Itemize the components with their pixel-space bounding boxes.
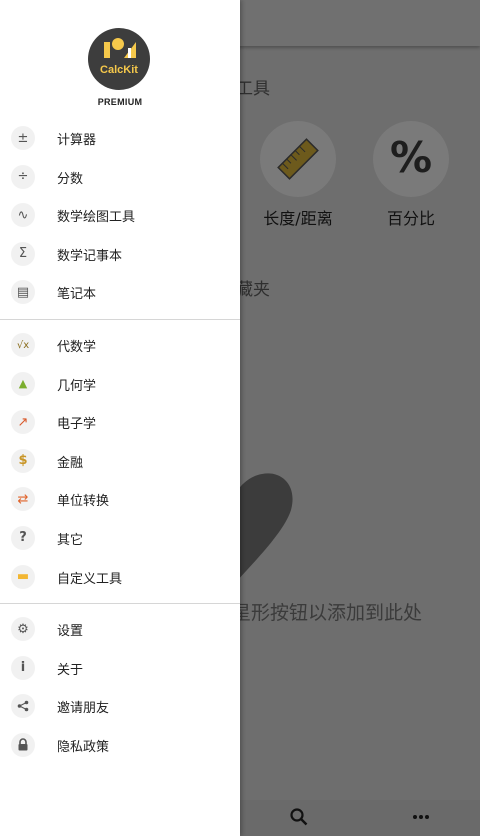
share-icon xyxy=(11,694,35,719)
tools-section-title: 工具 xyxy=(236,79,270,99)
menu-item-label: 设置 xyxy=(57,624,84,639)
menu-item-label: 数学记事本 xyxy=(57,248,123,264)
tool-percentage[interactable]: % 百分比 xyxy=(371,121,451,229)
menu-item-privacy-policy[interactable]: 隐私政策 xyxy=(0,726,240,765)
electronics-icon: ↗ xyxy=(11,410,35,435)
menu-item-electronics[interactable]: ↗ 电子学 xyxy=(0,403,240,442)
favorites-section-title: 藏夹 xyxy=(236,280,270,300)
menu-item-about[interactable]: i 关于 xyxy=(0,649,240,688)
menu-item-label: 隐私政策 xyxy=(57,739,110,755)
gear-icon: ⚙ xyxy=(11,617,35,641)
menu-item-label: 其它 xyxy=(57,532,84,548)
menu-item-label: 分数 xyxy=(57,171,84,187)
menu-item-notebook[interactable]: ▤ 笔记本 xyxy=(0,273,240,312)
geometry-icon: ▲ xyxy=(11,371,35,396)
heart-icon xyxy=(236,470,293,582)
tool-length-distance[interactable]: 长度/距离 xyxy=(258,121,338,229)
favorites-empty-hint: 星形按钮以添加到此处 xyxy=(232,602,423,624)
search-icon[interactable] xyxy=(290,808,308,826)
menu-item-calculator[interactable]: ± 计算器 xyxy=(0,119,240,158)
sigma-icon: Σ xyxy=(11,241,35,266)
convert-icon: ⇄ xyxy=(11,487,35,512)
money-bag-icon: $ xyxy=(11,448,35,473)
menu-item-geometry[interactable]: ▲ 几何学 xyxy=(0,365,240,404)
info-icon: i xyxy=(11,655,35,680)
app-logo: CalcKit xyxy=(88,28,150,90)
menu-item-custom-tools[interactable]: ▬ 自定义工具 xyxy=(0,558,240,597)
menu-item-label: 几何学 xyxy=(57,378,97,394)
menu-item-label: 金融 xyxy=(57,455,84,471)
menu-divider xyxy=(0,319,240,320)
menu-item-finance[interactable]: $ 金融 xyxy=(0,442,240,481)
menu-item-label: 自定义工具 xyxy=(57,571,123,587)
menu-item-settings[interactable]: ⚙ 设置 xyxy=(0,610,240,649)
menu-item-label: 关于 xyxy=(57,662,84,678)
menu-item-algebra[interactable]: √x 代数学 xyxy=(0,326,240,365)
percent-icon: % xyxy=(373,121,449,197)
menu-item-label: 单位转换 xyxy=(57,494,110,510)
menu-item-graphing[interactable]: ∿ 数学绘图工具 xyxy=(0,196,240,235)
folder-icon: ▬ xyxy=(11,564,35,589)
menu-item-label: 笔记本 xyxy=(57,287,97,303)
document-icon: ▤ xyxy=(11,280,35,305)
lock-icon xyxy=(11,732,35,757)
menu-item-other[interactable]: ? 其它 xyxy=(0,519,240,558)
tool-label: 百分比 xyxy=(386,209,435,228)
logo-text: CalcKit xyxy=(100,64,138,76)
menu-item-unit-conversion[interactable]: ⇄ 单位转换 xyxy=(0,480,240,519)
question-icon: ? xyxy=(11,525,35,550)
menu-item-math-notepad[interactable]: Σ 数学记事本 xyxy=(0,235,240,274)
tool-label: 长度/距离 xyxy=(263,209,333,228)
menu-group-categories: √x 代数学 ▲ 几何学 ↗ 电子学 $ 金融 ⇄ 单位转换 ? 其它 ▬ 自定… xyxy=(0,326,240,596)
menu-item-fraction[interactable]: ÷ 分数 xyxy=(0,158,240,197)
menu-item-invite-friends[interactable]: 邀请朋友 xyxy=(0,687,240,726)
graph-icon: ∿ xyxy=(11,203,35,228)
menu-item-label: 数学绘图工具 xyxy=(57,210,136,226)
more-icon[interactable] xyxy=(412,814,430,820)
menu-group-tools: ± 计算器 ÷ 分数 ∿ 数学绘图工具 Σ 数学记事本 ▤ 笔记本 xyxy=(0,119,240,312)
menu-item-label: 计算器 xyxy=(57,133,97,148)
navigation-drawer: CalcKit PREMIUM ± 计算器 ÷ 分数 ∿ 数学绘图工具 Σ 数学… xyxy=(0,0,240,836)
calculator-icon: ± xyxy=(11,126,35,150)
premium-badge: PREMIUM xyxy=(97,97,143,107)
menu-divider xyxy=(0,603,240,604)
menu-group-app: ⚙ 设置 i 关于 邀请朋友 隐私政策 xyxy=(0,610,240,764)
divide-icon: ÷ xyxy=(11,164,35,189)
menu-item-label: 电子学 xyxy=(57,417,97,433)
menu-item-label: 邀请朋友 xyxy=(57,701,110,717)
ruler-icon xyxy=(260,121,336,197)
sqrt-icon: √x xyxy=(11,333,35,357)
menu-item-label: 代数学 xyxy=(57,340,97,355)
